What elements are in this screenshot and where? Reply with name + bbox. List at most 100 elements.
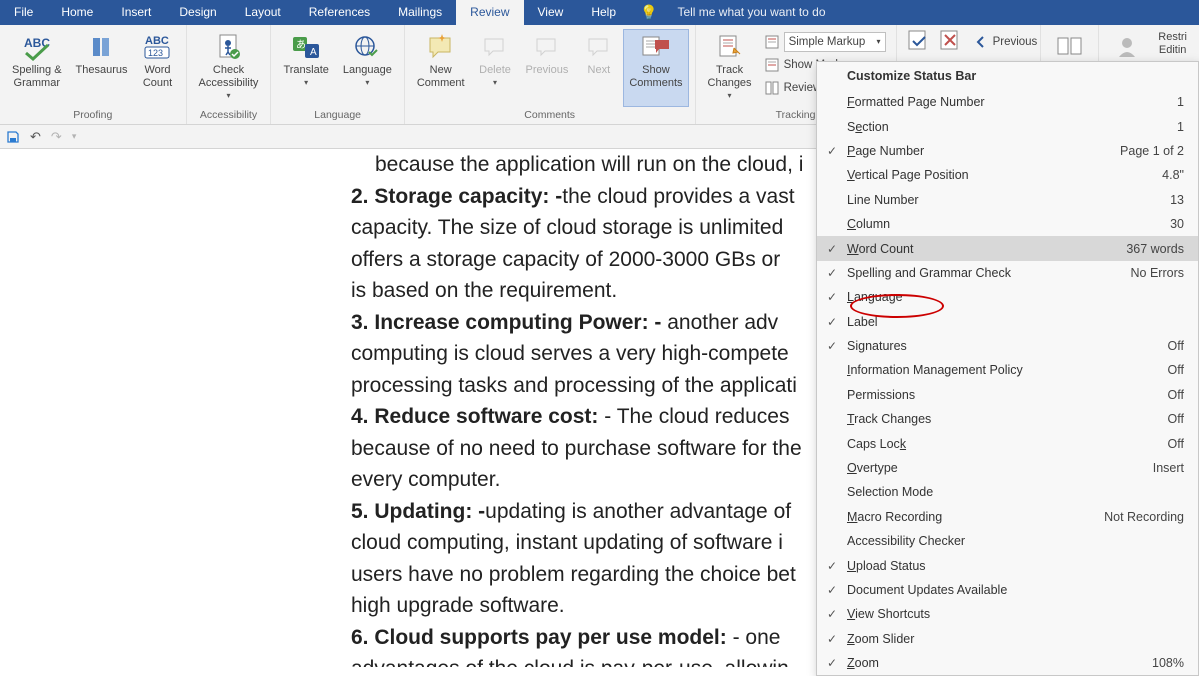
previous-arrow-icon [973,34,989,50]
ctx-item[interactable]: ✓Word Count367 words [817,236,1198,260]
show-comments-button[interactable]: ShowComments [623,29,688,107]
ctx-item[interactable]: ✓SignaturesOff [817,334,1198,358]
ctx-item[interactable]: ✓Document Updates Available [817,578,1198,602]
next-comment-button: Next [576,29,621,107]
reject-icon[interactable] [939,29,963,53]
qat-caret-icon[interactable]: ▾ [72,131,77,142]
checkmark-icon: ✓ [817,266,847,280]
save-icon[interactable] [6,130,20,144]
check-accessibility-button[interactable]: CheckAccessibility▾ [193,29,265,107]
tab-layout[interactable]: Layout [231,0,295,25]
group-label-proofing: Proofing [6,107,180,124]
group-label-accessibility: Accessibility [193,107,265,124]
group-accessibility: CheckAccessibility▾ Accessibility [187,25,272,124]
ctx-item-label: Column [847,217,1170,231]
ctx-item-value: Page 1 of 2 [1120,144,1184,158]
tab-file[interactable]: File [0,0,47,25]
ctx-item[interactable]: OvertypeInsert [817,456,1198,480]
tab-mailings[interactable]: Mailings [384,0,456,25]
tab-references[interactable]: References [295,0,384,25]
tab-insert[interactable]: Insert [107,0,165,25]
language-button[interactable]: Language▾ [337,29,398,107]
ctx-item-label: Overtype [847,461,1153,475]
markup-dropdown-row[interactable]: Simple Markup▾ [764,31,886,52]
ctx-item[interactable]: ✓Zoom108% [817,651,1198,675]
tab-review[interactable]: Review [456,0,523,25]
ctx-item[interactable]: Selection Mode [817,480,1198,504]
ctx-item[interactable]: ✓Page NumberPage 1 of 2 [817,139,1198,163]
context-menu-title: Customize Status Bar [817,62,1198,90]
new-comment-button[interactable]: NewComment [411,29,471,107]
thesaurus-button[interactable]: Thesaurus [70,29,134,107]
svg-text:ABC: ABC [145,35,169,47]
ctx-item[interactable]: Macro RecordingNot Recording [817,505,1198,529]
ctx-item-value: 30 [1170,217,1184,231]
group-label-language: Language [277,107,397,124]
markup-icon [764,34,780,50]
ctx-item[interactable]: Line Number13 [817,188,1198,212]
ctx-item[interactable]: Information Management PolicyOff [817,358,1198,382]
word-count-button[interactable]: ABC123WordCount [136,29,180,107]
ctx-item-label: Word Count [847,242,1126,256]
ctx-item[interactable]: Vertical Page Position4.8" [817,163,1198,187]
undo-icon[interactable]: ↶ [30,129,41,145]
ctx-item-label: Spelling and Grammar Check [847,266,1131,280]
previous-change-button[interactable]: Previous [973,31,1038,52]
ctx-item-value: No Errors [1131,266,1184,280]
tab-design[interactable]: Design [165,0,230,25]
tell-me[interactable]: Tell me what you want to do [663,0,839,25]
checkmark-icon: ✓ [817,559,847,573]
spelling-grammar-button[interactable]: ABCSpelling &Grammar [6,29,68,107]
previous-comment-button: Previous [520,29,575,107]
ctx-item-value: Not Recording [1104,510,1184,524]
checkmark-icon: ✓ [817,583,847,597]
ctx-item[interactable]: ✓Spelling and Grammar CheckNo Errors [817,261,1198,285]
markup-dropdown[interactable]: Simple Markup▾ [784,32,886,52]
ctx-item-label: Track Changes [847,412,1168,426]
ctx-item[interactable]: ✓Language [817,285,1198,309]
ctx-item-value: Off [1168,363,1184,377]
ctx-item-value: Off [1168,339,1184,353]
ctx-item-label: Information Management Policy [847,363,1168,377]
ctx-item-value: Insert [1153,461,1184,475]
ctx-item[interactable]: Formatted Page Number1 [817,90,1198,114]
ctx-item-label: Selection Mode [847,485,1184,499]
ctx-item-label: Zoom [847,656,1152,670]
ctx-item-label: Page Number [847,144,1120,158]
tab-help[interactable]: Help [577,0,630,25]
translate-button[interactable]: あATranslate▾ [277,29,334,107]
ctx-item[interactable]: ✓Label [817,310,1198,334]
ctx-item-value: Off [1168,388,1184,402]
ctx-item[interactable]: ✓Upload Status [817,553,1198,577]
ctx-item[interactable]: ✓View Shortcuts [817,602,1198,626]
ctx-item-label: Section [847,120,1177,134]
group-label-comments: Comments [411,107,689,124]
ctx-item-label: Zoom Slider [847,632,1184,646]
delete-comment-button: Delete▾ [473,29,518,107]
svg-text:A: A [310,47,317,58]
track-changes-button[interactable]: TrackChanges▾ [702,29,758,107]
status-bar-context-menu: Customize Status Bar Formatted Page Numb… [816,61,1199,676]
ctx-item-label: Line Number [847,193,1170,207]
accept-icon[interactable] [907,29,931,53]
ctx-item[interactable]: Track ChangesOff [817,407,1198,431]
ctx-item-value: 13 [1170,193,1184,207]
ctx-item[interactable]: ✓Zoom Slider [817,627,1198,651]
tab-view[interactable]: View [524,0,578,25]
ctx-item-value: 108% [1152,656,1184,670]
ctx-item-value: Off [1168,437,1184,451]
tab-home[interactable]: Home [47,0,107,25]
ctx-item[interactable]: Section1 [817,114,1198,138]
ctx-item[interactable]: Accessibility Checker [817,529,1198,553]
ctx-item[interactable]: PermissionsOff [817,383,1198,407]
ctx-item-label: Formatted Page Number [847,95,1177,109]
checkmark-icon: ✓ [817,315,847,329]
ctx-item-label: Macro Recording [847,510,1104,524]
ctx-item-label: Label [847,315,1184,329]
group-proofing: ABCSpelling &Grammar Thesaurus ABC123Wor… [0,25,187,124]
ctx-item-label: View Shortcuts [847,607,1184,621]
ctx-item[interactable]: Column30 [817,212,1198,236]
checkmark-icon: ✓ [817,607,847,621]
ctx-item-label: Upload Status [847,559,1184,573]
ctx-item[interactable]: Caps LockOff [817,431,1198,455]
